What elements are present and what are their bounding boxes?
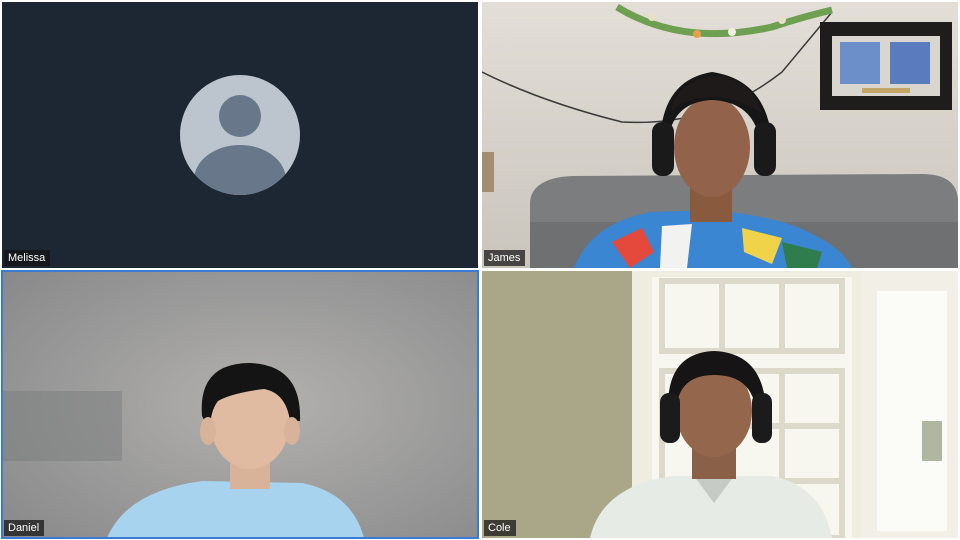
participant-name-tag: Daniel — [4, 520, 45, 536]
participant-name-tag: James — [484, 250, 526, 266]
participant-tile-james[interactable]: James — [482, 2, 958, 268]
participant-tile-melissa[interactable]: Melissa — [2, 2, 478, 268]
participant-tile-cole[interactable]: Cole — [482, 271, 958, 538]
video-feed — [482, 271, 958, 538]
participant-tile-daniel[interactable]: Daniel — [1, 270, 479, 539]
participant-name-tag: Cole — [484, 520, 516, 536]
participant-name-tag: Melissa — [4, 250, 51, 266]
video-feed — [2, 271, 478, 538]
video-feed — [482, 2, 958, 268]
person-placeholder-icon — [180, 75, 300, 195]
